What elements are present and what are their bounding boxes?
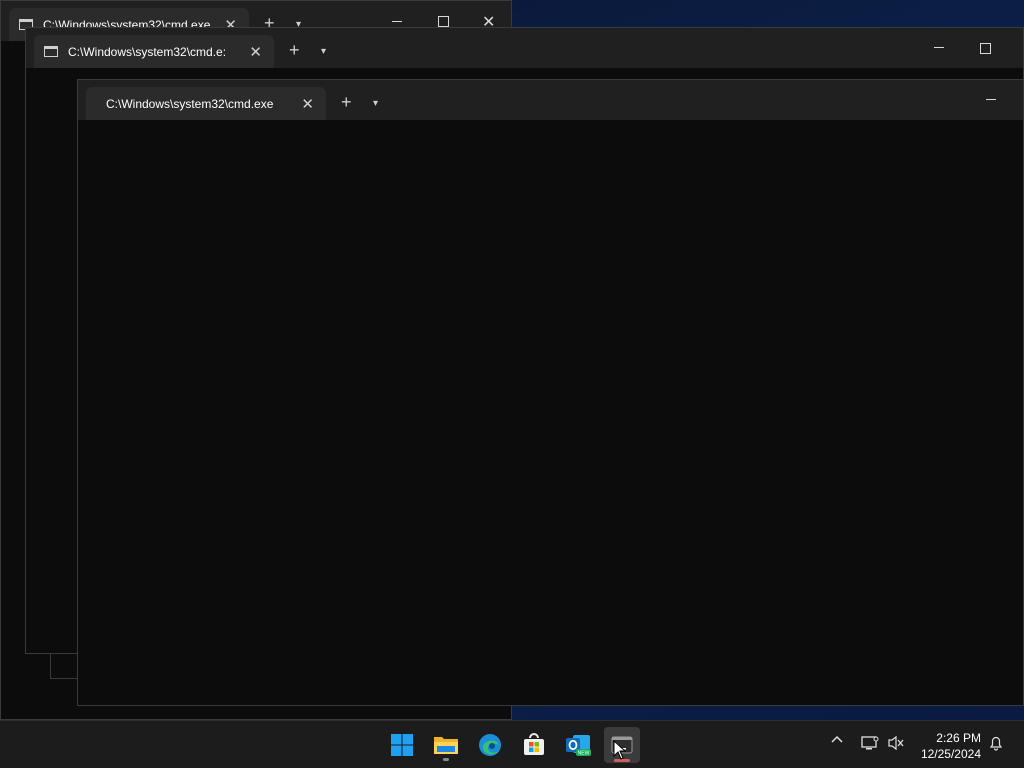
chevron-up-icon (831, 735, 843, 743)
show-hidden-icons-chevron-icon[interactable] (831, 733, 843, 749)
store-button[interactable] (516, 727, 552, 763)
cmd-icon (44, 46, 58, 57)
volume-muted-icon[interactable] (887, 735, 905, 754)
tab[interactable]: C:\Windows\system32\cmd.e: ✕ (34, 35, 274, 68)
outlook-button[interactable]: NEW (560, 727, 596, 763)
speaker-muted-icon (888, 735, 904, 751)
tab-title: C:\Windows\system32\cmd.exe (106, 96, 274, 111)
close-tab-icon[interactable]: ✕ (249, 43, 262, 61)
minimize-icon (934, 47, 944, 48)
folder-icon (434, 737, 458, 754)
taskbar: NEW 2:26 PM 12/25/2024 (0, 720, 1024, 768)
minimize-button[interactable] (986, 99, 996, 100)
edge-button[interactable] (472, 727, 508, 763)
bell-icon (989, 736, 1003, 751)
outlook-new-badge: NEW (578, 751, 590, 757)
outlook-icon: NEW (566, 735, 591, 757)
notifications-bell-icon[interactable] (988, 735, 1004, 754)
terminal-window-front[interactable]: C:\Windows\system32\cmd.exe ✕ + ▾ (77, 79, 1024, 706)
minimize-icon (986, 99, 996, 100)
network-icon (861, 736, 879, 750)
tab[interactable]: C:\Windows\system32\cmd.exe ✕ (86, 87, 326, 120)
terminal-content[interactable] (78, 120, 1023, 705)
maximize-button[interactable] (438, 16, 449, 27)
titlebar[interactable]: C:\Windows\system32\cmd.exe ✕ + ▾ (78, 80, 1023, 120)
clock-date: 12/25/2024 (920, 747, 981, 761)
maximize-icon (980, 43, 991, 54)
start-button[interactable] (384, 727, 420, 763)
titlebar[interactable]: C:\Windows\system32\cmd.e: ✕ + ▾ (26, 28, 1023, 68)
minimize-button[interactable] (392, 21, 402, 22)
edge-icon (479, 734, 501, 756)
store-icon (524, 733, 544, 755)
network-icon[interactable] (861, 735, 879, 754)
clock-time: 2:26 PM (936, 731, 981, 745)
minimize-icon (392, 21, 402, 22)
new-tab-icon[interactable]: + (289, 40, 300, 61)
file-explorer-button[interactable] (428, 727, 464, 763)
close-tab-icon[interactable]: ✕ (301, 95, 314, 113)
new-tab-icon[interactable]: + (341, 92, 352, 113)
maximize-icon (438, 16, 449, 27)
tab-title: C:\Windows\system32\cmd.e: (68, 44, 227, 59)
running-indicator (443, 758, 449, 761)
maximize-button[interactable] (980, 43, 991, 54)
mouse-cursor-icon (613, 740, 627, 760)
minimize-button[interactable] (934, 47, 944, 48)
chevron-down-icon[interactable]: ▾ (321, 46, 326, 57)
clock[interactable]: 2:26 PM 12/25/2024 (921, 730, 981, 762)
chevron-down-icon[interactable]: ▾ (373, 98, 378, 109)
windows-logo-icon (391, 734, 413, 756)
